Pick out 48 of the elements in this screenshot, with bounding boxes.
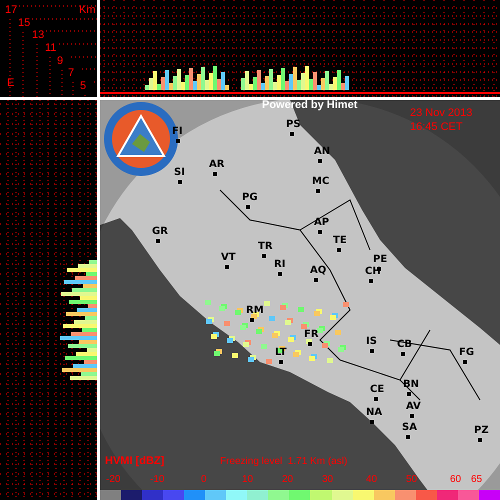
scale-label: 0 [201, 475, 207, 485]
city-label: VT [221, 253, 236, 263]
city-label: TE [333, 236, 347, 246]
city-label: TR [258, 242, 273, 252]
height-label: 15 [18, 18, 30, 29]
city-label: AP [314, 218, 330, 228]
city-label: SI [174, 168, 185, 178]
scale-label: 20 [282, 475, 294, 485]
city-label: PZ [474, 426, 489, 436]
time-label: 16:45 CET [410, 122, 463, 133]
date-label: 23 Nov 2013 [410, 108, 472, 119]
height-label: 9 [57, 56, 64, 67]
scale-label: 40 [366, 475, 378, 485]
height-label: 13 [32, 30, 44, 41]
scale-label: 30 [322, 475, 334, 485]
unit-label: Km [79, 5, 96, 16]
city-label: FG [459, 348, 474, 358]
city-label: BN [403, 380, 419, 390]
city-label: LT [275, 348, 287, 358]
city-label: PS [286, 120, 301, 130]
city-label: AR [209, 160, 224, 170]
city-label: FR [304, 330, 319, 340]
height-label: 5 [80, 81, 86, 92]
height-label: 7 [68, 68, 74, 79]
city-label: GR [152, 227, 168, 237]
city-label: MC [312, 177, 330, 187]
city-label: CE [370, 385, 384, 395]
city-label: NA [366, 408, 382, 418]
axis-mark: E [7, 78, 14, 89]
city-label: PE [373, 255, 388, 265]
freezing-level-text: Freezing level 1.71 Km (asl) [220, 457, 348, 467]
scale-label: 50 [406, 475, 418, 485]
height-label: 11 [45, 43, 56, 54]
scale-label: 65 [471, 475, 482, 485]
city-label: SA [402, 423, 417, 433]
city-label: AV [406, 402, 421, 412]
scale-label: 10 [242, 475, 254, 485]
city-label: FI [172, 127, 183, 137]
city-label: RM [246, 306, 264, 316]
scale-label: -20 [106, 475, 120, 485]
scale-label: 60 [450, 475, 462, 485]
scale-label: -10 [150, 475, 164, 485]
city-label: RI [274, 260, 286, 270]
height-label: 17 [5, 5, 18, 16]
city-label: PG [242, 193, 258, 203]
city-label: IS [366, 337, 377, 347]
city-label: AQ [310, 266, 326, 276]
legend-title: HVMI [dBZ] [105, 456, 164, 467]
